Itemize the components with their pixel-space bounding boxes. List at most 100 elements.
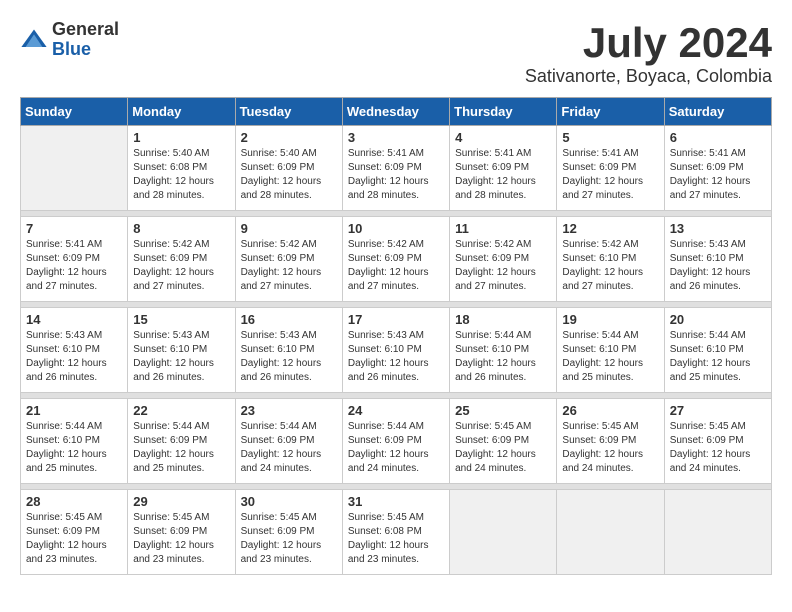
day-number: 25 (455, 403, 551, 418)
day-number: 29 (133, 494, 229, 509)
day-number: 28 (26, 494, 122, 509)
day-cell: 19 Sunrise: 5:44 AM Sunset: 6:10 PM Dayli… (557, 308, 664, 393)
day-cell: 4 Sunrise: 5:41 AM Sunset: 6:09 PM Daylig… (450, 126, 557, 211)
day-number: 1 (133, 130, 229, 145)
day-number: 26 (562, 403, 658, 418)
week-row-1: 1Sunrise: 5:40 AM Sunset: 6:08 PM Daylig… (21, 126, 772, 211)
logo-icon (20, 26, 48, 54)
day-cell: 2 Sunrise: 5:40 AM Sunset: 6:09 PM Daylig… (235, 126, 342, 211)
day-cell (557, 490, 664, 575)
day-info: Sunrise: 5:45 AM Sunset: 6:09 PM Dayligh… (455, 421, 536, 474)
day-info: Sunrise: 5:43 AM Sunset: 6:10 PM Dayligh… (133, 330, 214, 383)
day-number: 20 (670, 312, 766, 327)
day-cell: 31 Sunrise: 5:45 AM Sunset: 6:08 PM Dayli… (342, 490, 449, 575)
day-info: Sunrise: 5:40 AM Sunset: 6:09 PM Dayligh… (241, 148, 322, 201)
logo-general-text: General (52, 20, 119, 40)
day-info: Sunrise: 5:43 AM Sunset: 6:10 PM Dayligh… (670, 239, 751, 292)
day-number: 19 (562, 312, 658, 327)
weekday-header-row: SundayMondayTuesdayWednesdayThursdayFrid… (21, 98, 772, 126)
day-info: Sunrise: 5:44 AM Sunset: 6:10 PM Dayligh… (455, 330, 536, 383)
day-number: 4 (455, 130, 551, 145)
day-cell: 5 Sunrise: 5:41 AM Sunset: 6:09 PM Daylig… (557, 126, 664, 211)
day-cell: 10Sunrise: 5:42 AM Sunset: 6:09 PM Dayli… (342, 217, 449, 302)
day-cell: 13 Sunrise: 5:43 AM Sunset: 6:10 PM Dayli… (664, 217, 771, 302)
day-number: 16 (241, 312, 337, 327)
day-cell: 25 Sunrise: 5:45 AM Sunset: 6:09 PM Dayli… (450, 399, 557, 484)
title-area: July 2024 Sativanorte, Boyaca, Colombia (525, 20, 772, 87)
day-number: 3 (348, 130, 444, 145)
day-info: Sunrise: 5:41 AM Sunset: 6:09 PM Dayligh… (455, 148, 536, 201)
day-info: Sunrise: 5:44 AM Sunset: 6:10 PM Dayligh… (26, 421, 107, 474)
day-cell: 17Sunrise: 5:43 AM Sunset: 6:10 PM Dayli… (342, 308, 449, 393)
day-info: Sunrise: 5:45 AM Sunset: 6:09 PM Dayligh… (133, 512, 214, 565)
day-info: Sunrise: 5:45 AM Sunset: 6:08 PM Dayligh… (348, 512, 429, 565)
day-number: 24 (348, 403, 444, 418)
day-cell: 24 Sunrise: 5:44 AM Sunset: 6:09 PM Dayli… (342, 399, 449, 484)
day-number: 30 (241, 494, 337, 509)
day-cell: 26 Sunrise: 5:45 AM Sunset: 6:09 PM Dayli… (557, 399, 664, 484)
day-info: Sunrise: 5:42 AM Sunset: 6:10 PM Dayligh… (562, 239, 643, 292)
day-cell: 14Sunrise: 5:43 AM Sunset: 6:10 PM Dayli… (21, 308, 128, 393)
day-number: 7 (26, 221, 122, 236)
day-number: 27 (670, 403, 766, 418)
day-cell: 22 Sunrise: 5:44 AM Sunset: 6:09 PM Dayli… (128, 399, 235, 484)
week-row-4: 21 Sunrise: 5:44 AM Sunset: 6:10 PM Dayli… (21, 399, 772, 484)
day-number: 13 (670, 221, 766, 236)
day-info: Sunrise: 5:44 AM Sunset: 6:09 PM Dayligh… (241, 421, 322, 474)
day-number: 2 (241, 130, 337, 145)
day-cell: 12 Sunrise: 5:42 AM Sunset: 6:10 PM Dayli… (557, 217, 664, 302)
weekday-header-monday: Monday (128, 98, 235, 126)
day-info: Sunrise: 5:44 AM Sunset: 6:09 PM Dayligh… (348, 421, 429, 474)
calendar-table: SundayMondayTuesdayWednesdayThursdayFrid… (20, 97, 772, 575)
day-info: Sunrise: 5:43 AM Sunset: 6:10 PM Dayligh… (241, 330, 322, 383)
day-info: Sunrise: 5:41 AM Sunset: 6:09 PM Dayligh… (670, 148, 751, 201)
day-cell: 3 Sunrise: 5:41 AM Sunset: 6:09 PM Daylig… (342, 126, 449, 211)
main-title: July 2024 (525, 20, 772, 66)
day-number: 18 (455, 312, 551, 327)
logo-text: General Blue (52, 20, 119, 60)
day-info: Sunrise: 5:45 AM Sunset: 6:09 PM Dayligh… (241, 512, 322, 565)
day-number: 22 (133, 403, 229, 418)
day-cell: 1Sunrise: 5:40 AM Sunset: 6:08 PM Daylig… (128, 126, 235, 211)
weekday-header-saturday: Saturday (664, 98, 771, 126)
day-number: 15 (133, 312, 229, 327)
day-info: Sunrise: 5:44 AM Sunset: 6:10 PM Dayligh… (562, 330, 643, 383)
day-info: Sunrise: 5:44 AM Sunset: 6:09 PM Dayligh… (133, 421, 214, 474)
subtitle: Sativanorte, Boyaca, Colombia (525, 66, 772, 87)
day-info: Sunrise: 5:44 AM Sunset: 6:10 PM Dayligh… (670, 330, 751, 383)
logo: General Blue (20, 20, 119, 60)
weekday-header-thursday: Thursday (450, 98, 557, 126)
day-cell: 15 Sunrise: 5:43 AM Sunset: 6:10 PM Dayli… (128, 308, 235, 393)
day-number: 5 (562, 130, 658, 145)
day-cell (664, 490, 771, 575)
weekday-header-wednesday: Wednesday (342, 98, 449, 126)
day-number: 31 (348, 494, 444, 509)
day-cell: 9Sunrise: 5:42 AM Sunset: 6:09 PM Daylig… (235, 217, 342, 302)
day-number: 9 (241, 221, 337, 236)
day-info: Sunrise: 5:41 AM Sunset: 6:09 PM Dayligh… (26, 239, 107, 292)
day-number: 8 (133, 221, 229, 236)
day-number: 12 (562, 221, 658, 236)
day-info: Sunrise: 5:45 AM Sunset: 6:09 PM Dayligh… (562, 421, 643, 474)
day-cell: 11 Sunrise: 5:42 AM Sunset: 6:09 PM Dayli… (450, 217, 557, 302)
day-number: 21 (26, 403, 122, 418)
day-cell (450, 490, 557, 575)
day-cell (21, 126, 128, 211)
day-cell: 29 Sunrise: 5:45 AM Sunset: 6:09 PM Dayli… (128, 490, 235, 575)
day-cell: 28 Sunrise: 5:45 AM Sunset: 6:09 PM Dayli… (21, 490, 128, 575)
day-info: Sunrise: 5:42 AM Sunset: 6:09 PM Dayligh… (133, 239, 214, 292)
logo-blue-text: Blue (52, 40, 119, 60)
week-row-3: 14Sunrise: 5:43 AM Sunset: 6:10 PM Dayli… (21, 308, 772, 393)
day-number: 11 (455, 221, 551, 236)
week-row-2: 7 Sunrise: 5:41 AM Sunset: 6:09 PM Daylig… (21, 217, 772, 302)
day-info: Sunrise: 5:45 AM Sunset: 6:09 PM Dayligh… (670, 421, 751, 474)
day-info: Sunrise: 5:45 AM Sunset: 6:09 PM Dayligh… (26, 512, 107, 565)
day-number: 17 (348, 312, 444, 327)
day-cell: 21 Sunrise: 5:44 AM Sunset: 6:10 PM Dayli… (21, 399, 128, 484)
day-info: Sunrise: 5:41 AM Sunset: 6:09 PM Dayligh… (562, 148, 643, 201)
day-info: Sunrise: 5:42 AM Sunset: 6:09 PM Dayligh… (348, 239, 429, 292)
day-cell: 16 Sunrise: 5:43 AM Sunset: 6:10 PM Dayli… (235, 308, 342, 393)
day-cell: 27 Sunrise: 5:45 AM Sunset: 6:09 PM Dayli… (664, 399, 771, 484)
day-info: Sunrise: 5:41 AM Sunset: 6:09 PM Dayligh… (348, 148, 429, 201)
day-info: Sunrise: 5:42 AM Sunset: 6:09 PM Dayligh… (455, 239, 536, 292)
